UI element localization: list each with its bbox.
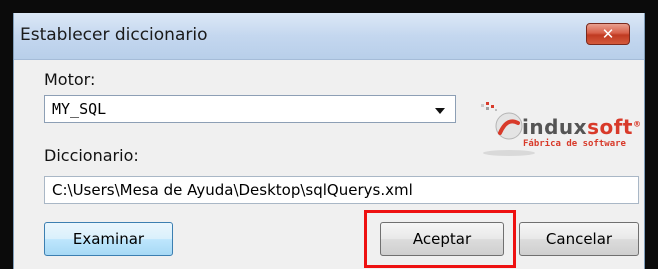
aceptar-button[interactable]: Aceptar bbox=[380, 222, 504, 256]
dialog-title: Establecer diccionario bbox=[20, 25, 208, 45]
diccionario-path-field[interactable]: C:\Users\Mesa de Ayuda\Desktop\sqlQuerys… bbox=[44, 176, 639, 204]
close-button[interactable]: ✕ bbox=[586, 23, 630, 45]
title-bar: Establecer diccionario ✕ bbox=[14, 13, 644, 60]
close-icon: ✕ bbox=[601, 24, 615, 43]
screen-frame-left bbox=[0, 0, 13, 269]
motor-label: Motor: bbox=[44, 70, 96, 89]
chevron-down-icon bbox=[435, 108, 445, 114]
diccionario-label: Diccionario: bbox=[44, 146, 139, 165]
motor-selected-value: MY_SQL bbox=[52, 100, 107, 118]
logo-tagline: Fábrica de software bbox=[523, 139, 626, 149]
screen-frame-top bbox=[0, 0, 658, 13]
logo-wordmark: induxsoft® bbox=[522, 115, 642, 139]
motor-dropdown[interactable]: MY_SQL bbox=[44, 95, 456, 123]
examinar-button[interactable]: Examinar bbox=[44, 222, 173, 256]
dialog-window: Establecer diccionario ✕ Motor: MY_SQL D… bbox=[13, 13, 645, 269]
cancelar-button[interactable]: Cancelar bbox=[519, 222, 639, 256]
induxsoft-logo: induxsoft® Fábrica de software bbox=[467, 93, 642, 173]
screen-frame-right bbox=[645, 0, 658, 269]
